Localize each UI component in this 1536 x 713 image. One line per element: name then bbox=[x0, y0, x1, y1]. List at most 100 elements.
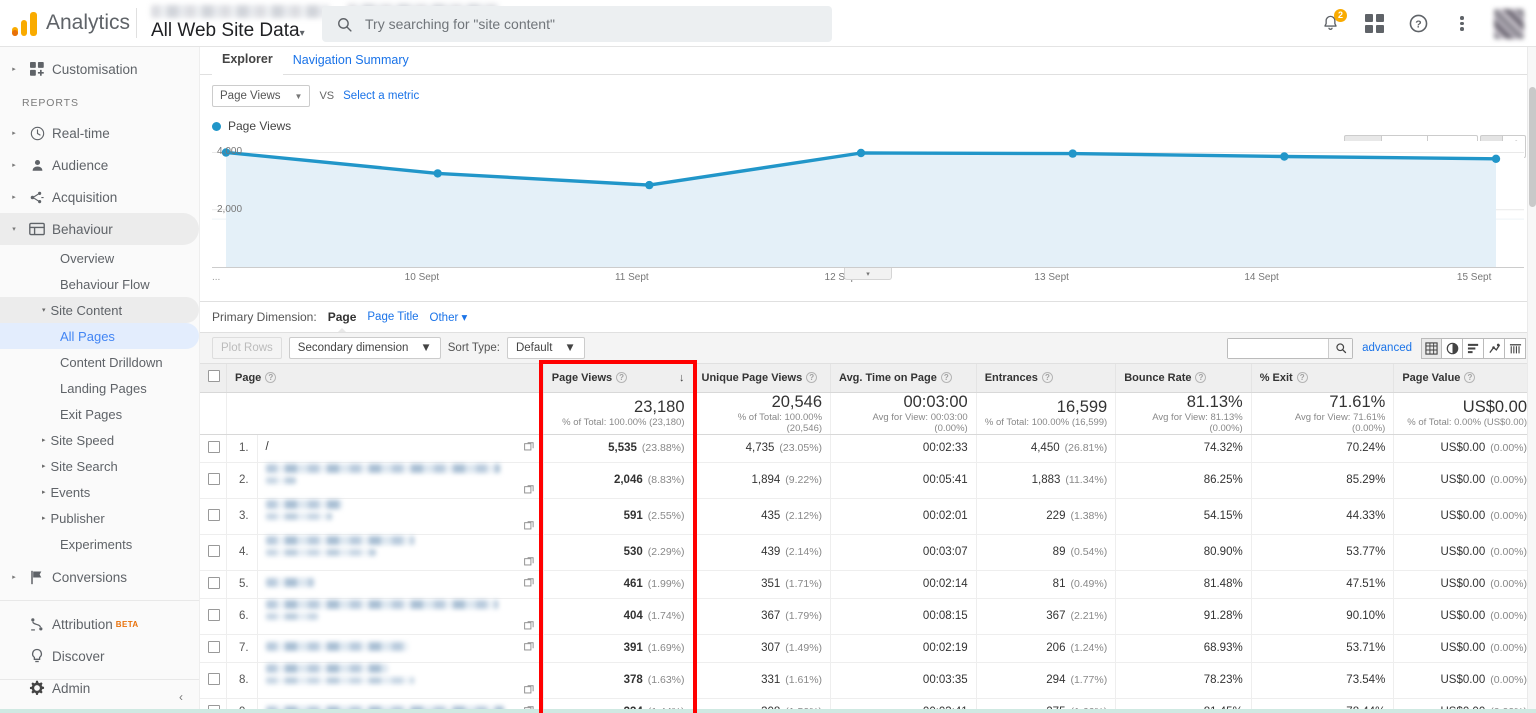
pie-view-button[interactable] bbox=[1442, 337, 1463, 359]
row-page-cell[interactable] bbox=[257, 662, 544, 699]
chart-expander-button[interactable]: ▾ bbox=[844, 268, 892, 280]
tab-explorer[interactable]: Explorer bbox=[212, 52, 283, 75]
col-header-entrances[interactable]: Entrances? bbox=[976, 364, 1117, 393]
col-header-avg-time-on-page[interactable]: Avg. Time on Page? bbox=[830, 364, 977, 393]
page-path[interactable]: / bbox=[266, 441, 269, 453]
apps-button[interactable] bbox=[1362, 12, 1386, 36]
plot-rows-button[interactable]: Plot Rows bbox=[212, 337, 282, 359]
select-a-metric-link[interactable]: Select a metric bbox=[343, 90, 419, 102]
col-header-exit-pct[interactable]: % Exit? bbox=[1251, 364, 1395, 393]
sidebar-item-acquisition[interactable]: ▸ Acquisition bbox=[0, 181, 199, 213]
sidebar-item-discover[interactable]: Discover bbox=[0, 640, 199, 672]
row-page-cell[interactable] bbox=[257, 634, 544, 663]
sidebar-item-audience[interactable]: ▸ Audience bbox=[0, 149, 199, 181]
sidebar-collapse-button[interactable]: ‹ bbox=[0, 679, 199, 713]
performance-view-button[interactable] bbox=[1484, 337, 1505, 359]
tab-navigation-summary[interactable]: Navigation Summary bbox=[283, 53, 419, 74]
row-checkbox-cell[interactable] bbox=[200, 570, 227, 599]
help-icon[interactable]: ? bbox=[616, 372, 628, 384]
row-checkbox-cell[interactable] bbox=[200, 498, 227, 535]
sidebar-item-publisher[interactable]: ▸ Publisher bbox=[0, 505, 199, 531]
sidebar-item-events[interactable]: ▸ Events bbox=[0, 479, 199, 505]
row-checkbox-cell[interactable] bbox=[200, 662, 227, 699]
row-checkbox[interactable] bbox=[208, 472, 220, 485]
open-in-new-icon[interactable] bbox=[523, 641, 535, 655]
global-search[interactable]: Try searching for "site content" bbox=[322, 6, 832, 42]
help-icon[interactable]: ? bbox=[1041, 372, 1053, 384]
chevron-down-icon[interactable]: ▾ bbox=[300, 28, 305, 39]
row-checkbox[interactable] bbox=[208, 576, 220, 589]
select-all-header[interactable] bbox=[200, 364, 227, 393]
sidebar-item-customisation[interactable]: ▸ Customisation bbox=[0, 53, 199, 85]
open-in-new-icon[interactable] bbox=[523, 484, 535, 498]
table-row[interactable]: 8. 378 (1.63%) 331 (1.61%) 00:03:35 294 (1.77%)… bbox=[200, 662, 1536, 699]
help-icon[interactable]: ? bbox=[265, 372, 277, 384]
help-icon[interactable]: ? bbox=[940, 372, 952, 384]
sidebar-item-site-speed[interactable]: ▸ Site Speed bbox=[0, 427, 199, 453]
col-header-page[interactable]: Page? bbox=[226, 364, 544, 393]
help-icon[interactable]: ? bbox=[806, 372, 818, 384]
table-search[interactable] bbox=[1227, 337, 1354, 359]
table-search-input[interactable] bbox=[1228, 338, 1329, 358]
sidebar-item-behaviour-flow[interactable]: Behaviour Flow bbox=[0, 271, 199, 297]
table-row[interactable]: 3. 591 (2.55%) 435 (2.12%) 00:02:01 229 (1.38%)… bbox=[200, 498, 1536, 535]
sidebar-item-attribution[interactable]: Attribution BETA bbox=[0, 608, 199, 640]
more-options-button[interactable] bbox=[1450, 12, 1474, 36]
table-row[interactable]: 1. / 5,535 (23.88%) 4,735 (23.05%) 00:02:33 4,4… bbox=[200, 434, 1536, 463]
scrollbar-thumb[interactable] bbox=[1529, 87, 1536, 207]
sidebar-item-conversions[interactable]: ▸ Conversions bbox=[0, 561, 199, 593]
bar-view-button[interactable] bbox=[1463, 337, 1484, 359]
sort-desc-icon[interactable]: ↓ bbox=[679, 372, 685, 384]
row-checkbox-cell[interactable] bbox=[200, 634, 227, 663]
table-search-button[interactable] bbox=[1328, 338, 1353, 358]
sidebar-item-site-search[interactable]: ▸ Site Search bbox=[0, 453, 199, 479]
help-icon[interactable]: ? bbox=[1464, 372, 1476, 384]
row-page-cell[interactable] bbox=[257, 462, 544, 499]
account-selector[interactable]: All Web Site Data▾ bbox=[137, 3, 499, 42]
avatar[interactable] bbox=[1494, 8, 1524, 39]
row-page-cell[interactable] bbox=[257, 534, 544, 571]
sidebar-item-experiments[interactable]: Experiments bbox=[0, 531, 199, 557]
metric-select[interactable]: Page Views ▼ bbox=[212, 85, 311, 107]
select-all-checkbox[interactable] bbox=[208, 370, 220, 383]
help-icon[interactable]: ? bbox=[1296, 372, 1308, 384]
row-page-cell[interactable] bbox=[257, 598, 544, 635]
open-in-new-icon[interactable] bbox=[523, 441, 535, 455]
open-in-new-icon[interactable] bbox=[523, 620, 535, 634]
sidebar-item-site-content[interactable]: ▾ Site Content bbox=[0, 297, 199, 323]
notifications-button[interactable]: 2 bbox=[1318, 8, 1347, 36]
vertical-scrollbar[interactable] bbox=[1527, 47, 1536, 713]
help-button[interactable]: ? bbox=[1406, 12, 1430, 36]
row-page-cell[interactable] bbox=[257, 570, 544, 599]
open-in-new-icon[interactable] bbox=[523, 556, 535, 570]
sort-type-select[interactable]: Default ▼ bbox=[506, 337, 585, 359]
sidebar-item-exit-pages[interactable]: Exit Pages bbox=[0, 401, 199, 427]
advanced-link[interactable]: advanced bbox=[1362, 342, 1412, 354]
row-checkbox-cell[interactable] bbox=[200, 434, 227, 463]
col-header-page-value[interactable]: Page Value? bbox=[1393, 364, 1536, 393]
row-checkbox[interactable] bbox=[208, 640, 220, 653]
row-checkbox[interactable] bbox=[208, 672, 220, 685]
col-header-bounce-rate[interactable]: Bounce Rate? bbox=[1115, 364, 1252, 393]
help-icon[interactable]: ? bbox=[1195, 372, 1207, 384]
row-page-cell[interactable] bbox=[257, 498, 544, 535]
row-page-cell[interactable]: / bbox=[257, 434, 544, 463]
table-row[interactable]: 6. 404 (1.74%) 367 (1.79%) 00:08:15 367 (2.21%)… bbox=[200, 598, 1536, 635]
table-row[interactable]: 5. 461 (1.99%) 351 (1.71%) 00:02:14 81 (0.49%) 8… bbox=[200, 570, 1536, 599]
sidebar-item-behaviour[interactable]: ▾ Behaviour bbox=[0, 213, 199, 245]
pivot-view-button[interactable] bbox=[1505, 337, 1526, 359]
table-row[interactable]: 2. 2,046 (8.83%) 1,894 (9.22%) 00:05:41 1,883(… bbox=[200, 462, 1536, 499]
sidebar-item-content-drilldown[interactable]: Content Drilldown bbox=[0, 349, 199, 375]
open-in-new-icon[interactable] bbox=[523, 520, 535, 534]
sidebar-item-all-pages[interactable]: All Pages bbox=[0, 323, 199, 349]
open-in-new-icon[interactable] bbox=[523, 577, 535, 591]
analytics-logo-area[interactable]: Analytics bbox=[0, 10, 130, 36]
row-checkbox[interactable] bbox=[208, 544, 220, 557]
col-header-unique-page-views[interactable]: Unique Page Views? bbox=[693, 364, 832, 393]
page-views-chart[interactable]: 4,000 2,000 bbox=[212, 141, 1524, 267]
table-row[interactable]: 4. 530 (2.29%) 439 (2.14%) 00:03:07 89 (0.54%) 8… bbox=[200, 534, 1536, 571]
view-name[interactable]: All Web Site Data▾ bbox=[151, 20, 329, 42]
col-header-page-views[interactable]: Page Views? ↓ bbox=[543, 364, 694, 393]
sidebar-item-real-time[interactable]: ▸ Real-time bbox=[0, 117, 199, 149]
secondary-dimension-button[interactable]: Secondary dimension ▼ bbox=[288, 337, 441, 359]
